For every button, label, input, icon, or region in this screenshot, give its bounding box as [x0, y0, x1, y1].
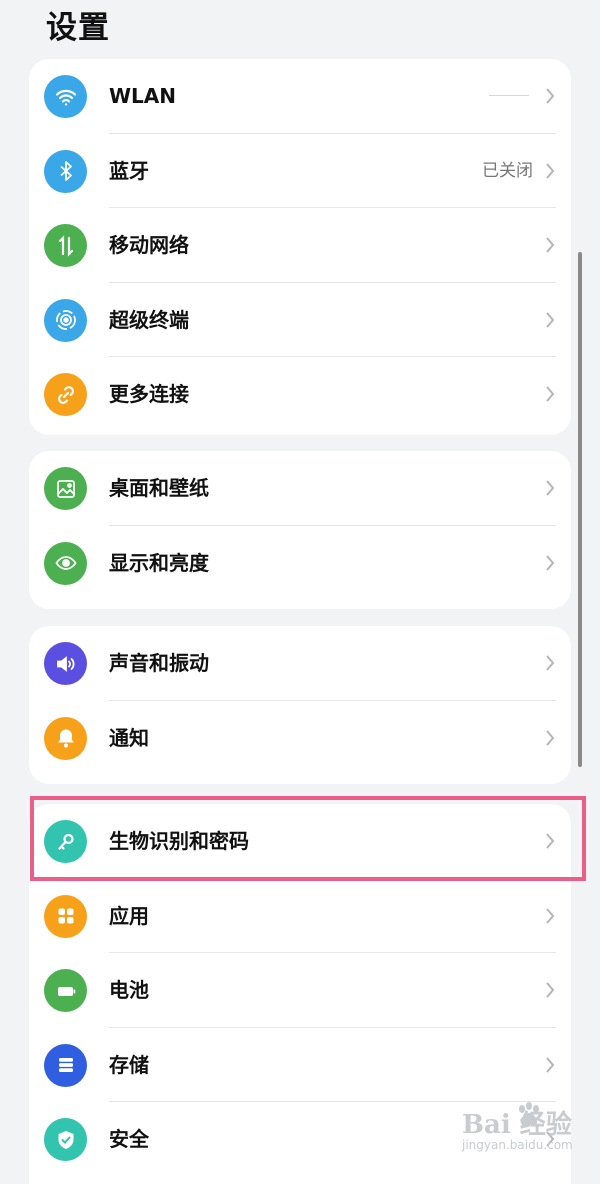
- storage-icon: [44, 1043, 87, 1087]
- chevron-right-icon: [546, 386, 555, 403]
- chevron-right-icon: [546, 554, 555, 571]
- paw-icon: [519, 1102, 539, 1126]
- settings-item-label: 通知: [109, 725, 149, 750]
- card-connectivity: WLAN 蓝牙 已关闭 移动网络 超级终端 更多连接: [29, 59, 571, 435]
- settings-item-more-connections[interactable]: 更多连接: [29, 357, 571, 432]
- settings-item-label: 桌面和壁纸: [109, 476, 209, 500]
- settings-item-label: 蓝牙: [109, 158, 149, 183]
- chevron-right-icon: [546, 655, 555, 671]
- settings-item-bluetooth[interactable]: 蓝牙 已关闭: [29, 134, 571, 209]
- link-icon: [44, 373, 87, 417]
- settings-item-storage[interactable]: 存储: [29, 1028, 571, 1103]
- settings-item-display-brightness[interactable]: 显示和亮度: [29, 526, 571, 601]
- settings-item-wallpaper[interactable]: 桌面和壁纸: [29, 451, 571, 526]
- battery-icon: [44, 969, 87, 1013]
- settings-item-label: 电池: [109, 978, 149, 1003]
- eye-icon: [44, 541, 87, 585]
- settings-item-label: 声音和振动: [109, 651, 209, 675]
- chevron-right-icon: [546, 162, 555, 179]
- settings-item-mobile-network[interactable]: 移动网络: [29, 208, 571, 283]
- wallpaper-icon: [44, 467, 87, 510]
- shield-icon: [44, 1118, 87, 1162]
- settings-item-label: 安全: [109, 1127, 149, 1152]
- settings-item-sound-vibration[interactable]: 声音和振动: [29, 626, 571, 701]
- bell-icon: [44, 716, 87, 760]
- settings-item-label: 更多连接: [109, 382, 189, 407]
- chevron-right-icon: [546, 88, 555, 104]
- chevron-right-icon: [546, 729, 555, 746]
- speaker-icon: [44, 642, 87, 685]
- chevron-right-icon: [546, 480, 555, 496]
- settings-item-super-device[interactable]: 超级终端: [29, 283, 571, 358]
- settings-item-battery[interactable]: 电池: [29, 953, 571, 1028]
- chevron-right-icon: [546, 312, 555, 328]
- baidu-jingyan-watermark: Bai 经验 jingyan.baidu.com: [456, 1098, 596, 1162]
- watermark-url: jingyan.baidu.com: [462, 1138, 573, 1152]
- settings-item-apps[interactable]: 应用: [29, 879, 571, 954]
- page-title: 设置: [46, 10, 110, 46]
- chevron-right-icon: [546, 982, 555, 998]
- scrollbar[interactable]: [578, 252, 582, 767]
- bluetooth-status: 已关闭: [482, 160, 533, 181]
- settings-item-label: WLAN: [109, 84, 177, 108]
- settings-item-label: 存储: [109, 1052, 149, 1077]
- card-sound-notifications: 声音和振动 通知: [29, 626, 571, 784]
- super-device-icon: [44, 298, 87, 342]
- settings-item-label: 超级终端: [109, 307, 189, 332]
- settings-item-wlan[interactable]: WLAN: [29, 59, 571, 134]
- wifi-icon: [44, 75, 87, 118]
- wlan-status-blank: [489, 95, 529, 96]
- card-display: 桌面和壁纸 显示和亮度: [29, 451, 571, 609]
- settings-item-label: 移动网络: [109, 233, 189, 258]
- chevron-right-icon: [546, 1057, 555, 1073]
- settings-item-notifications[interactable]: 通知: [29, 701, 571, 776]
- settings-item-label: 显示和亮度: [109, 550, 209, 575]
- chevron-right-icon: [546, 907, 555, 924]
- chevron-right-icon: [546, 237, 555, 253]
- highlight-box: [30, 796, 586, 881]
- settings-item-label: 应用: [109, 903, 149, 928]
- mobile-data-icon: [44, 224, 87, 268]
- bluetooth-icon: [44, 149, 87, 193]
- apps-icon: [44, 894, 87, 938]
